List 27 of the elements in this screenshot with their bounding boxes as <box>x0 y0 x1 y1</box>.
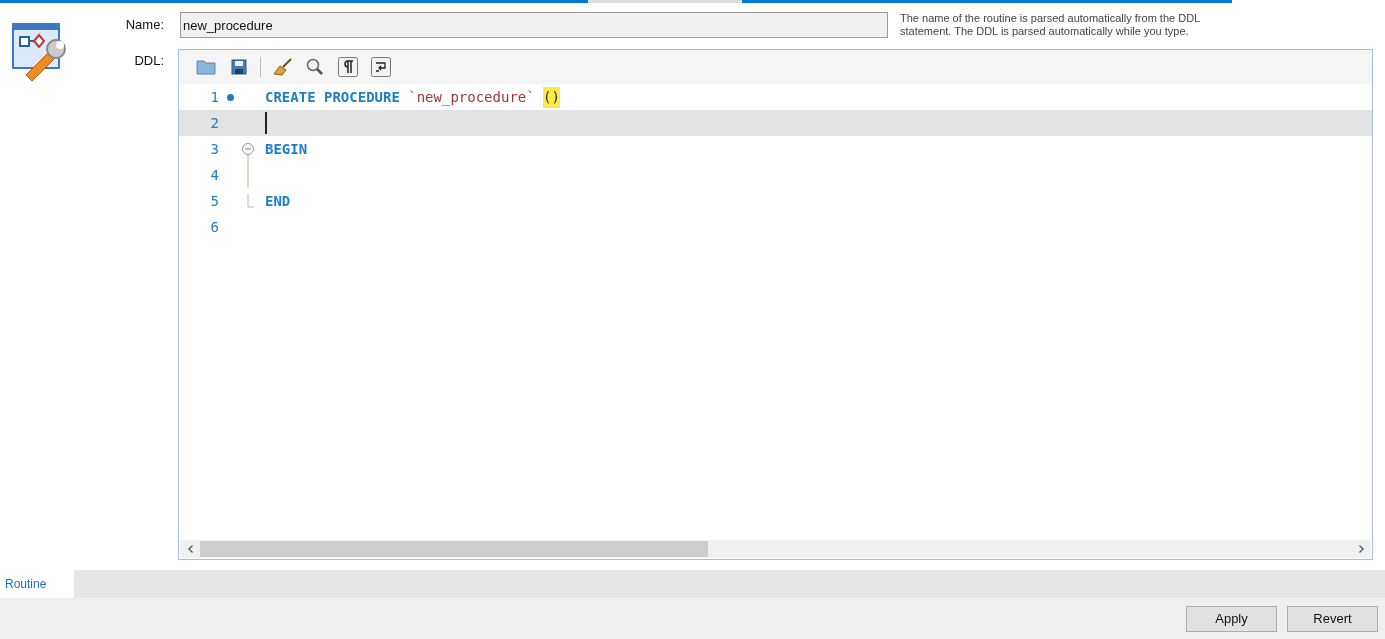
ddl-label: DDL: <box>133 52 164 70</box>
sql-identifier: `new_procedure` <box>408 87 535 108</box>
name-label: Name: <box>124 16 164 35</box>
sql-keyword: BEGIN <box>265 139 308 159</box>
text-cursor <box>265 112 267 134</box>
line-number: 4 <box>209 165 219 185</box>
apply-button[interactable]: Apply <box>1186 605 1277 632</box>
line-number: 3 <box>209 139 219 159</box>
scrollbar-thumb[interactable] <box>200 541 708 557</box>
hint-text: The name of the routine is parsed automatically from the DDL statement. The DDL is parsed automatically while you type. <box>900 12 1201 38</box>
horizontal-scrollbar[interactable] <box>180 540 1371 558</box>
word-wrap-icon[interactable] <box>369 55 393 79</box>
routine-tab[interactable]: Routine <box>0 570 74 598</box>
line-number: 6 <box>209 217 219 237</box>
broom-icon[interactable] <box>270 55 294 79</box>
scroll-right-icon[interactable] <box>1358 545 1364 553</box>
line-number: 5 <box>209 191 219 211</box>
sql-keyword: END <box>265 191 291 211</box>
scroll-left-icon[interactable] <box>187 545 193 553</box>
revert-button[interactable]: Revert <box>1287 605 1378 632</box>
sql-keyword: CREATE PROCEDURE <box>265 87 400 107</box>
line-number: 2 <box>209 113 219 133</box>
ddl-editor[interactable]: 1 CREATE PROCEDURE `new_procedure` () 2 3 BEGIN 4 5 END 6 <box>178 49 1373 560</box>
matched-brace: () <box>543 86 560 108</box>
pilcrow-icon[interactable] <box>336 55 360 79</box>
line-number: 1 <box>209 87 219 107</box>
name-field[interactable]: new_procedure <box>180 12 888 38</box>
